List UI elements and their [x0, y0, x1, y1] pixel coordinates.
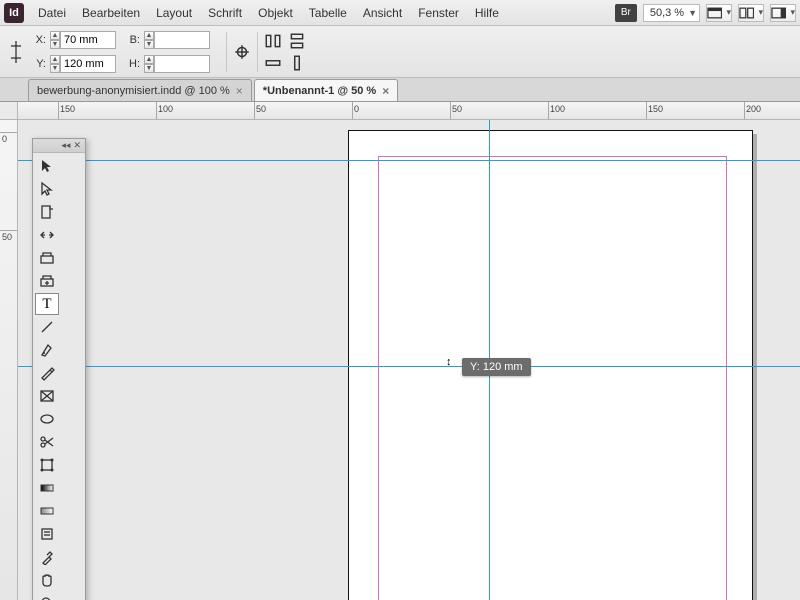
divider: [226, 32, 227, 72]
tab-unbenannt[interactable]: *Unbenannt-1 @ 50 % ×: [254, 79, 398, 101]
y-field[interactable]: [60, 55, 116, 73]
free-transform-tool[interactable]: [35, 454, 59, 476]
horizontal-ruler[interactable]: 150 100 50 0 50 100 150 200: [18, 102, 800, 120]
x-stepper[interactable]: ▲▼: [50, 31, 60, 49]
eyedropper-tool[interactable]: [35, 546, 59, 568]
w-label: B:: [126, 34, 140, 46]
align-icon-3[interactable]: [264, 54, 282, 72]
menu-hilfe[interactable]: Hilfe: [467, 2, 507, 24]
constrain-icon[interactable]: [233, 43, 251, 61]
menubar: Id Datei Bearbeiten Layout Schrift Objek…: [0, 0, 800, 26]
scissors-tool[interactable]: [35, 431, 59, 453]
chevron-down-icon: ▾: [790, 7, 795, 18]
dragging-guide[interactable]: [18, 366, 800, 367]
close-icon[interactable]: ×: [382, 84, 389, 98]
note-tool[interactable]: [35, 523, 59, 545]
screen-mode-button[interactable]: ▾: [706, 4, 732, 22]
menu-tabelle[interactable]: Tabelle: [301, 2, 355, 24]
h-stepper[interactable]: ▲▼: [144, 55, 154, 73]
chevron-down-icon: ▼: [688, 8, 697, 18]
gradient-swatch-tool[interactable]: [35, 477, 59, 499]
close-icon[interactable]: ×: [236, 84, 243, 98]
menu-fenster[interactable]: Fenster: [410, 2, 467, 24]
content-collector-tool[interactable]: [35, 247, 59, 269]
x-label: X:: [32, 34, 46, 46]
align-icon-4[interactable]: [288, 54, 306, 72]
workspace-button[interactable]: ▾: [770, 4, 796, 22]
h-label: H:: [126, 58, 140, 70]
ellipse-tool[interactable]: [35, 408, 59, 430]
app-icon: Id: [4, 3, 24, 23]
y-label: Y:: [32, 58, 46, 70]
canvas[interactable]: ↕ Y: 120 mm ◂◂ ✕ T: [18, 120, 800, 600]
chevron-down-icon: ▾: [758, 7, 763, 18]
gap-tool[interactable]: [35, 224, 59, 246]
work-area: 150 100 50 0 50 100 150 200 0 50 ↕ Y: 12…: [0, 102, 800, 600]
w-field[interactable]: [154, 31, 210, 49]
toolbox-header[interactable]: ◂◂ ✕: [33, 139, 85, 153]
arrange-button[interactable]: ▾: [738, 4, 764, 22]
margin-guides: [378, 156, 727, 600]
direct-selection-tool[interactable]: [35, 178, 59, 200]
toolbox[interactable]: ◂◂ ✕ T: [32, 138, 86, 600]
line-tool[interactable]: [35, 316, 59, 338]
align-icon-1[interactable]: [264, 32, 282, 50]
collapse-icon[interactable]: ◂◂: [61, 140, 70, 151]
menu-objekt[interactable]: Objekt: [250, 2, 301, 24]
x-field[interactable]: [60, 31, 116, 49]
menu-ansicht[interactable]: Ansicht: [355, 2, 410, 24]
type-tool[interactable]: T: [35, 293, 59, 315]
h-field[interactable]: [154, 55, 210, 73]
document-tabbar: bewerbung-anonymisiert.indd @ 100 % × *U…: [0, 78, 800, 102]
resize-ns-cursor: ↕: [446, 356, 452, 368]
gradient-feather-tool[interactable]: [35, 500, 59, 522]
reference-point-icon[interactable]: [8, 39, 24, 65]
tab-bewerbung[interactable]: bewerbung-anonymisiert.indd @ 100 % ×: [28, 79, 252, 101]
tab-label: bewerbung-anonymisiert.indd @ 100 %: [37, 85, 230, 97]
page-tool[interactable]: [35, 201, 59, 223]
bridge-button[interactable]: Br: [615, 4, 637, 22]
ruler-origin[interactable]: [0, 102, 18, 120]
guide-position-tooltip: Y: 120 mm: [462, 358, 531, 376]
zoom-tool[interactable]: [35, 592, 59, 600]
close-icon[interactable]: ✕: [73, 140, 81, 151]
vertical-ruler[interactable]: 0 50: [0, 120, 18, 600]
rectangle-frame-tool[interactable]: [35, 385, 59, 407]
w-stepper[interactable]: ▲▼: [144, 31, 154, 49]
horizontal-guide[interactable]: [18, 160, 800, 161]
chevron-down-icon: ▾: [726, 7, 731, 18]
content-placer-tool[interactable]: [35, 270, 59, 292]
selection-tool[interactable]: [35, 155, 59, 177]
control-bar: X: ▲▼ Y: ▲▼ B: ▲▼ H: ▲▼: [0, 26, 800, 78]
y-stepper[interactable]: ▲▼: [50, 55, 60, 73]
menu-schrift[interactable]: Schrift: [200, 2, 250, 24]
pencil-tool[interactable]: [35, 362, 59, 384]
zoom-level-combo[interactable]: 50,3 % ▼: [643, 4, 700, 22]
align-icon-2[interactable]: [288, 32, 306, 50]
pen-tool[interactable]: [35, 339, 59, 361]
menu-datei[interactable]: Datei: [30, 2, 74, 24]
divider: [257, 32, 258, 72]
menu-bearbeiten[interactable]: Bearbeiten: [74, 2, 148, 24]
hand-tool[interactable]: [35, 569, 59, 591]
zoom-value: 50,3 %: [650, 7, 684, 19]
tab-label: *Unbenannt-1 @ 50 %: [263, 85, 376, 97]
menu-layout[interactable]: Layout: [148, 2, 200, 24]
